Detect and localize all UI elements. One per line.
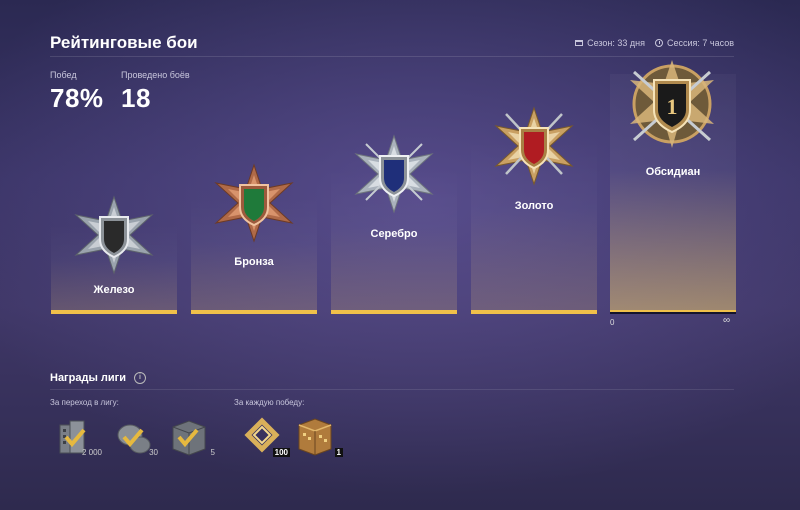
league-bar-bronze	[191, 310, 317, 314]
reward-gold-container[interactable]: 1	[295, 417, 343, 457]
reward-qty-gold-container: 1	[334, 448, 343, 457]
obsidian-medal-icon: 1	[624, 58, 720, 150]
page-title: Рейтинговые бои	[50, 33, 198, 52]
reward-diamond-token[interactable]: 100	[242, 417, 290, 457]
session-info: Сезон: 33 дня Сессия: 7 часов	[575, 38, 734, 48]
rewards-divider	[50, 389, 734, 390]
rewards-title-text: Награды лиги	[50, 372, 127, 384]
wins-label: Побед	[50, 70, 77, 80]
iron-medal-icon	[72, 195, 156, 275]
league-name-silver: Серебро	[370, 228, 418, 240]
session-text: Сессия: 7 часов	[667, 38, 734, 48]
progress-max: ∞	[723, 315, 731, 326]
obsidian-rank: 1	[667, 94, 678, 119]
reward-building[interactable]: 2 000	[54, 417, 102, 457]
reward-crate[interactable]: 5	[167, 417, 215, 457]
calendar-icon	[575, 40, 584, 46]
league-bar-gold	[471, 310, 597, 314]
league-name-obsidian: Обсидиан	[645, 166, 701, 178]
wins-value: 78%	[50, 83, 104, 113]
battles-stat: Проведено боёв 18	[121, 70, 190, 114]
bronze-medal-icon	[212, 163, 296, 243]
season-text: Сезон: 33 дня	[587, 38, 645, 48]
silver-medal-icon	[352, 134, 436, 214]
league-name-bronze: Бронза	[234, 256, 274, 268]
clock-icon	[655, 39, 663, 47]
per-win-rewards-label: За каждую победу:	[234, 398, 305, 407]
battles-label: Проведено боёв	[121, 70, 190, 80]
battles-value: 18	[121, 83, 151, 113]
reward-qty-diamond-token: 100	[272, 448, 290, 457]
wins-stat: Побед 78%	[50, 70, 104, 114]
reward-qty-medallion: 30	[149, 448, 158, 457]
crate-icon	[172, 420, 206, 456]
reward-qty-crate: 5	[210, 448, 215, 457]
medallion-icon	[117, 424, 151, 454]
league-name-gold: Золото	[514, 200, 554, 212]
info-icon[interactable]: i	[134, 372, 147, 384]
league-bar-iron	[51, 310, 177, 314]
reward-qty-building: 2 000	[81, 448, 102, 457]
gold-medal-icon	[492, 106, 576, 186]
header-divider	[50, 56, 734, 57]
reward-medallion[interactable]: 30	[110, 417, 158, 457]
rewards-section-title: Награды лиги i	[50, 372, 147, 384]
transition-rewards-label: За переход в лигу:	[50, 398, 119, 407]
gold-container-icon	[298, 418, 332, 456]
league-name-iron: Железо	[93, 284, 135, 296]
progress-min: 0	[610, 318, 615, 327]
obsidian-progress-track	[610, 312, 736, 314]
league-bar-silver	[331, 310, 457, 314]
